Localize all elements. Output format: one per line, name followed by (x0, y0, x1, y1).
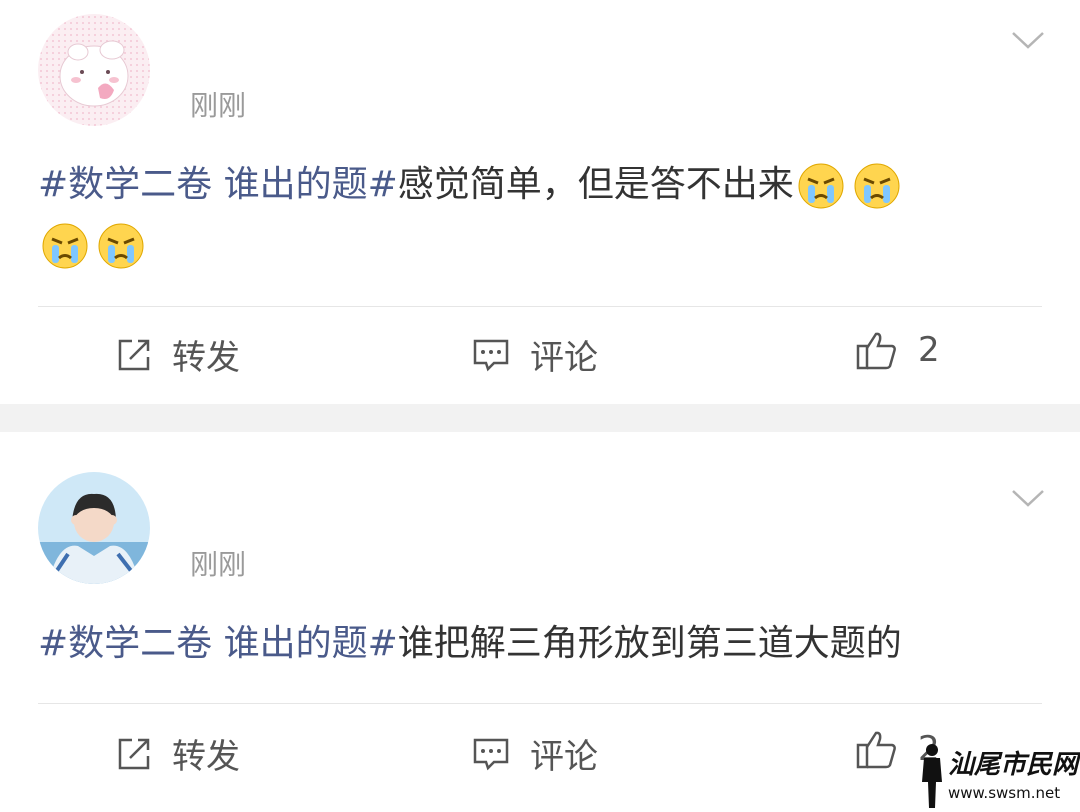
site-watermark: 汕尾市民网 www.swsm.net (918, 742, 1080, 812)
person-silhouette-icon (922, 744, 942, 808)
repost-button[interactable]: 转发 (116, 729, 240, 778)
post-text: #数学二卷 谁出的题#感觉简单，但是答不出来 (38, 155, 1038, 275)
comment-button[interactable]: 评论 (472, 729, 598, 778)
post-time: 刚刚 (190, 548, 247, 581)
like-button[interactable]: 2 (856, 330, 940, 370)
crying-face-icon (98, 223, 144, 269)
avatar[interactable] (38, 472, 150, 584)
chevron-down-icon[interactable] (1010, 486, 1046, 510)
weibo-post-1: 刚刚 #数学二卷 谁出的题#感觉简单，但是答不出来 转发 评论 2 (0, 0, 1080, 404)
repost-label: 转发 (172, 737, 240, 777)
thumbs-up-icon (856, 731, 896, 769)
post-time: 刚刚 (190, 89, 247, 122)
comment-label: 评论 (530, 338, 598, 378)
chevron-down-icon[interactable] (1010, 28, 1046, 52)
avatar[interactable] (38, 14, 150, 126)
like-count: 2 (918, 330, 940, 370)
hashtag-link[interactable]: #数学二卷 谁出的题# (38, 164, 398, 205)
divider (38, 306, 1042, 307)
thumbs-up-icon (856, 332, 896, 370)
post-text: #数学二卷 谁出的题#谁把解三角形放到第三道大题的 (38, 614, 1038, 674)
hashtag-link[interactable]: #数学二卷 谁出的题# (38, 623, 398, 664)
repost-label: 转发 (172, 338, 240, 378)
watermark-url: www.swsm.net (948, 784, 1061, 802)
repost-icon (118, 738, 150, 769)
comment-label: 评论 (530, 737, 598, 777)
comment-icon (473, 738, 509, 770)
repost-button[interactable]: 转发 (116, 330, 240, 379)
feed-separator (0, 404, 1080, 432)
comment-icon (473, 339, 509, 371)
watermark-title: 汕尾市民网 (948, 750, 1079, 780)
post-body: 谁把解三角形放到第三道大题的 (397, 623, 902, 664)
crying-face-icon (798, 163, 844, 209)
crying-face-icon (854, 163, 900, 209)
post-body: 感觉简单，但是答不出来 (397, 164, 794, 205)
divider (38, 703, 1042, 704)
comment-button[interactable]: 评论 (472, 330, 598, 379)
crying-face-icon (42, 223, 88, 269)
repost-icon (118, 339, 150, 370)
